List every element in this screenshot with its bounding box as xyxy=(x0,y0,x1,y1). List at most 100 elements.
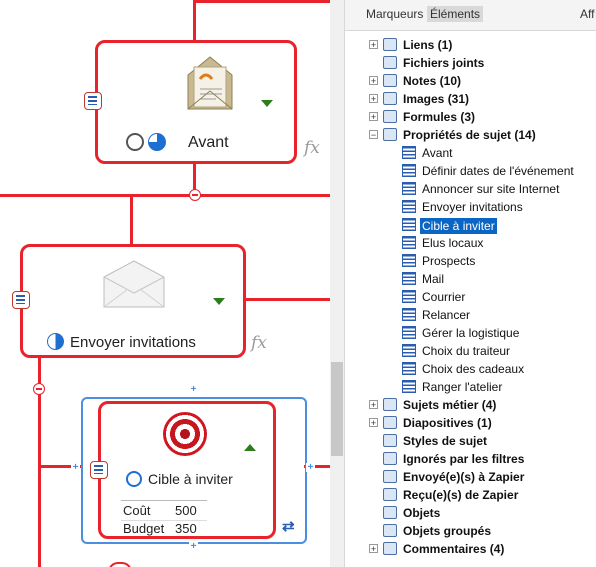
progress-pie-icon xyxy=(47,333,64,350)
tree-category-item[interactable]: Reçu(e)(s) de Zapier xyxy=(345,486,596,504)
tree-item-label: Images (31) xyxy=(403,92,470,106)
tree-expander-icon[interactable]: + xyxy=(369,76,378,86)
grouped-objects-icon xyxy=(383,524,397,537)
tree-item-label: Fichiers joints xyxy=(403,56,485,70)
collapse-toggle[interactable] xyxy=(33,383,45,395)
add-topic-handle-bottom[interactable]: + xyxy=(189,542,198,552)
properties-icon xyxy=(383,128,397,141)
tree-category-item[interactable]: + Formules (3) xyxy=(345,108,596,126)
tree-child-item[interactable]: Prospects xyxy=(345,252,596,270)
progress-pie-icon xyxy=(148,133,166,151)
panel-tabs: Marqueurs Éléments Aff xyxy=(345,0,596,31)
envelope-document-icon xyxy=(182,53,238,113)
tree-category-item[interactable]: Envoyé(e)(s) à Zapier xyxy=(345,468,596,486)
envelope-icon xyxy=(100,259,168,311)
zapier-received-icon xyxy=(383,488,397,501)
tree-item-label: Propriétés de sujet (14) xyxy=(403,128,536,142)
tree-child-item[interactable]: Mail xyxy=(345,270,596,288)
tree-child-item[interactable]: Annoncer sur site Internet xyxy=(345,180,596,198)
add-topic-handle-right[interactable]: + xyxy=(306,463,315,473)
tree-expander-icon[interactable]: + xyxy=(369,400,378,410)
task-checkbox-icon[interactable] xyxy=(126,471,142,487)
tree-expander-icon[interactable]: + xyxy=(369,40,378,50)
topic-property-list-icon xyxy=(402,308,416,321)
connector-line xyxy=(193,0,196,42)
connector-line xyxy=(130,194,133,246)
link-icon xyxy=(383,38,397,51)
note-icon[interactable] xyxy=(12,291,30,309)
tree-item-label: Envoyé(e)(s) à Zapier xyxy=(403,470,525,484)
tree-category-item[interactable]: + Notes (10) xyxy=(345,72,596,90)
topic-label: Avant xyxy=(188,134,229,151)
partial-topic xyxy=(108,562,132,567)
canvas-scrollbar[interactable] xyxy=(330,0,344,567)
tab-elements[interactable]: Éléments xyxy=(427,6,484,22)
property-name: Coût xyxy=(123,503,151,518)
tree-expander-icon[interactable]: + xyxy=(369,544,378,554)
tree-expander-icon[interactable]: + xyxy=(369,112,378,122)
tree-child-item[interactable]: Envoyer invitations xyxy=(345,198,596,216)
tree-child-item[interactable]: Courrier xyxy=(345,288,596,306)
tree-category-item[interactable]: Ignorés par les filtres xyxy=(345,450,596,468)
formula-fx-icon: fx xyxy=(251,333,267,353)
formula-fx-icon: fx xyxy=(304,138,320,158)
tree-item-label: Sujets métier (4) xyxy=(403,398,497,412)
tree-expander-icon[interactable]: + xyxy=(369,418,378,428)
tree-category-item[interactable]: Objets groupés xyxy=(345,522,596,540)
add-topic-handle-top[interactable]: + xyxy=(189,385,198,395)
tree-category-item[interactable]: − Propriétés de sujet (14) xyxy=(345,126,596,144)
note-icon[interactable] xyxy=(84,92,102,110)
tree-expander-icon[interactable]: − xyxy=(369,130,378,140)
tree-category-item[interactable]: + Liens (1) xyxy=(345,36,596,54)
elements-panel: Marqueurs Éléments Aff + Liens (1) Fichier… xyxy=(344,0,596,567)
topic-property-list-icon xyxy=(402,254,416,267)
expand-triangle-icon[interactable] xyxy=(261,100,273,107)
tree-child-item[interactable]: Cible à inviter xyxy=(345,216,596,234)
topic-property-list-icon xyxy=(402,272,416,285)
tree-expander-icon[interactable]: + xyxy=(369,94,378,104)
topic-style-icon xyxy=(383,434,397,447)
topic-envoyer-invitations[interactable]: Envoyer invitations xyxy=(20,244,246,358)
tree-category-item[interactable]: Styles de sujet xyxy=(345,432,596,450)
relationship-icon[interactable]: ⇄ xyxy=(282,517,295,535)
connector-line xyxy=(193,0,330,3)
scrollbar-thumb[interactable] xyxy=(331,362,343,456)
topic-avant[interactable]: Avant xyxy=(95,40,297,164)
collapse-triangle-icon[interactable] xyxy=(244,444,256,451)
tree-child-item[interactable]: Avant xyxy=(345,144,596,162)
tree-category-item[interactable]: + Diapositives (1) xyxy=(345,414,596,432)
tree-child-item[interactable]: Choix du traiteur xyxy=(345,342,596,360)
topic-label: Envoyer invitations xyxy=(70,334,196,351)
tab-marqueurs[interactable]: Marqueurs xyxy=(363,6,426,22)
tree-item-label: Formules (3) xyxy=(403,110,476,124)
tree-item-label: Ignorés par les filtres xyxy=(403,452,525,466)
tree-item-label: Avant xyxy=(422,146,453,160)
topic-cible-a-inviter[interactable]: Cible à inviter Coût 500 Budget 350 xyxy=(98,401,276,539)
tree-child-item[interactable]: Définir dates de l'événement xyxy=(345,162,596,180)
expand-triangle-icon[interactable] xyxy=(213,298,225,305)
tree-category-item[interactable]: Objets xyxy=(345,504,596,522)
tree-item-label: Ranger l'atelier xyxy=(422,380,503,394)
target-icon xyxy=(163,412,207,456)
mind-map-canvas[interactable]: Avant fx Envoyer invitations fx + + + + … xyxy=(0,0,330,567)
add-topic-handle-left[interactable]: + xyxy=(71,463,80,473)
tree-child-item[interactable]: Ranger l'atelier xyxy=(345,378,596,396)
tree-child-item[interactable]: Elus locaux xyxy=(345,234,596,252)
filter-icon xyxy=(383,452,397,465)
tree-category-item[interactable]: Fichiers joints xyxy=(345,54,596,72)
tree-category-item[interactable]: + Sujets métier (4) xyxy=(345,396,596,414)
tree-category-item[interactable]: + Commentaires (4) xyxy=(345,540,596,558)
object-icon xyxy=(383,506,397,519)
collapse-toggle[interactable] xyxy=(189,189,201,201)
topic-property-list-icon xyxy=(402,290,416,303)
slides-icon xyxy=(383,416,397,429)
tab-affichage[interactable]: Aff xyxy=(577,6,596,22)
tree-child-item[interactable]: Gérer la logistique xyxy=(345,324,596,342)
tree-child-item[interactable]: Relancer xyxy=(345,306,596,324)
topic-property-list-icon xyxy=(402,146,416,159)
tree-item-label: Choix des cadeaux xyxy=(422,362,525,376)
tree-item-label: Diapositives (1) xyxy=(403,416,492,430)
tree-child-item[interactable]: Choix des cadeaux xyxy=(345,360,596,378)
note-icon[interactable] xyxy=(90,461,108,479)
tree-category-item[interactable]: + Images (31) xyxy=(345,90,596,108)
